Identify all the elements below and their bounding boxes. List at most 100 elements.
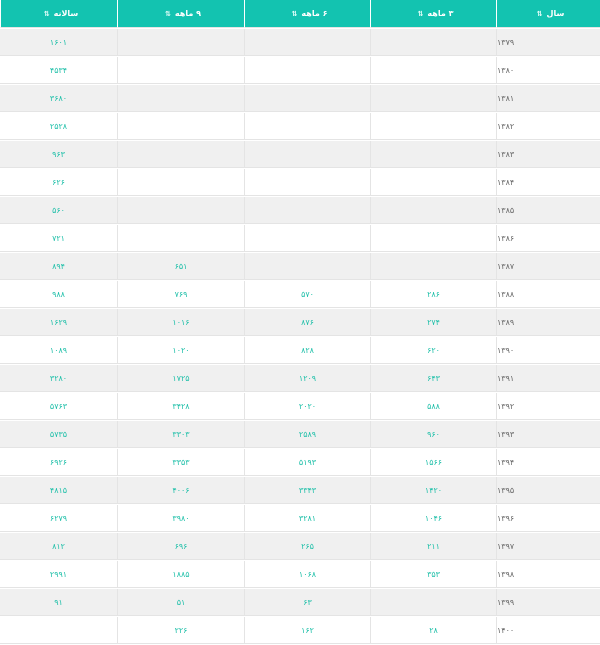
table-cell-annual: ۶۹۲۶ [0,449,117,476]
table-row: ۱۳۸۸ ۲۸۶ ۵۷۰ ۷۶۹ ۹۸۸ [0,281,600,309]
table-cell-year: ۱۳۸۹ [496,309,600,336]
table-cell-q3: ۱۵۶۶ [370,449,496,476]
table-cell-q3 [370,141,496,168]
table-cell-annual: ۳۲۸۰ [0,365,117,392]
table-cell-q9: ۱۰۱۶ [117,309,244,336]
table-cell-annual: ۲۵۲۸ [0,113,117,140]
table-cell-annual: ۱۶۲۹ [0,309,117,336]
table-row: ۱۳۸۶ ۷۲۱ [0,225,600,253]
table-cell-q6: ۲۶۵ [244,533,370,560]
table-cell-q3 [370,197,496,224]
table-cell-q6: ۲۵۸۹ [244,421,370,448]
table-body: ۱۳۷۹ ۱۶۰۱ ۱۳۸۰ ۴۵۳۴ ۱۳۸۱ ۳۶۸۰ ۱۳۸۲ ۲۵۲۸ ۱۳۸۳ ۹۶۳ ۱… [0,29,600,645]
table-cell-q6 [244,225,370,252]
sort-arrows-icon[interactable]: ⇅ [44,10,50,18]
table-cell-year: ۱۳۹۸ [496,561,600,588]
table-cell-q9 [117,113,244,140]
table-cell-q6: ۸۷۶ [244,309,370,336]
table-cell-q6: ۱۰۶۸ [244,561,370,588]
table-cell-annual: ۵۷۶۳ [0,393,117,420]
header-3-month-label: ۳ ماهه [427,9,454,18]
table-cell-year: ۱۳۹۴ [496,449,600,476]
table-row: ۱۳۸۹ ۲۷۴ ۸۷۶ ۱۰۱۶ ۱۶۲۹ [0,309,600,337]
table-cell-q6: ۱۲۰۹ [244,365,370,392]
table-cell-q3: ۱۰۴۶ [370,505,496,532]
table-cell-q3: ۵۸۸ [370,393,496,420]
table-cell-q3 [370,85,496,112]
table-row: ۱۳۹۰ ۶۲۰ ۸۲۸ ۱۰۲۰ ۱۰۸۹ [0,337,600,365]
table-cell-q6 [244,141,370,168]
table-cell-annual: ۶۲۷۹ [0,505,117,532]
table-cell-q9 [117,169,244,196]
table-cell-q6: ۶۳ [244,589,370,616]
table-cell-q9: ۵۱ [117,589,244,616]
table-cell-q9 [117,197,244,224]
table-row: ۱۳۸۰ ۴۵۳۴ [0,57,600,85]
table-row: ۱۳۹۶ ۱۰۴۶ ۳۲۸۱ ۳۹۸۰ ۶۲۷۹ [0,505,600,533]
table-cell-q3: ۲۸۶ [370,281,496,308]
table-cell-year: ۱۳۹۱ [496,365,600,392]
table-cell-annual: ۹۸۸ [0,281,117,308]
header-year[interactable]: سال ⇅ [496,0,600,28]
table-cell-year: ۱۳۹۳ [496,421,600,448]
header-6-month[interactable]: ۶ ماهه ⇅ [244,0,370,28]
table-row: ۱۳۹۳ ۹۶۰ ۲۵۸۹ ۳۳۰۳ ۵۷۳۵ [0,421,600,449]
table-row: ۱۳۸۳ ۹۶۳ [0,141,600,169]
table-cell-q6 [244,29,370,56]
table-cell-q9 [117,29,244,56]
table-cell-q9 [117,57,244,84]
table-cell-year: ۱۳۸۰ [496,57,600,84]
table-cell-q3: ۲۱۱ [370,533,496,560]
table-row: ۱۳۸۱ ۳۶۸۰ [0,85,600,113]
table-row: ۱۳۷۹ ۱۶۰۱ [0,29,600,57]
table-row: ۱۳۹۸ ۳۵۳ ۱۰۶۸ ۱۸۸۵ ۲۹۹۱ [0,561,600,589]
sort-arrows-icon[interactable]: ⇅ [165,10,171,18]
header-9-month[interactable]: ۹ ماهه ⇅ [117,0,244,28]
header-annual-label: سالانه [53,9,79,18]
table-cell-annual: ۸۹۴ [0,253,117,280]
table-cell-q3 [370,253,496,280]
table-cell-q9: ۱۸۸۵ [117,561,244,588]
header-9-month-label: ۹ ماهه [174,9,201,18]
table-cell-year: ۱۳۹۰ [496,337,600,364]
table-cell-q3 [370,57,496,84]
table-cell-annual: ۴۵۳۴ [0,57,117,84]
table-cell-annual: ۹۱ [0,589,117,616]
table-cell-annual: ۵۶۰ [0,197,117,224]
table-cell-q9 [117,225,244,252]
sort-arrows-icon[interactable]: ⇅ [537,10,543,18]
header-annual[interactable]: سالانه ⇅ [0,0,117,28]
table-row: ۱۳۸۲ ۲۵۲۸ [0,113,600,141]
table-cell-year: ۱۳۹۶ [496,505,600,532]
sort-arrows-icon[interactable]: ⇅ [418,10,424,18]
table-cell-q6 [244,113,370,140]
header-3-month[interactable]: ۳ ماهه ⇅ [370,0,496,28]
table-cell-q9: ۶۵۱ [117,253,244,280]
table-cell-q6 [244,197,370,224]
table-row: ۱۳۹۴ ۱۵۶۶ ۵۱۹۳ ۳۳۵۳ ۶۹۲۶ [0,449,600,477]
table-cell-q9 [117,141,244,168]
header-year-label: سال [546,9,565,18]
table-cell-q3 [370,29,496,56]
table-cell-q9: ۱۰۲۰ [117,337,244,364]
table-cell-year: ۱۳۸۷ [496,253,600,280]
header-6-month-label: ۶ ماهه [301,9,328,18]
table-cell-q6 [244,253,370,280]
table-cell-q9 [117,85,244,112]
table-cell-year: ۱۳۸۳ [496,141,600,168]
table-cell-q3: ۲۷۴ [370,309,496,336]
table-row: ۱۳۸۴ ۶۲۶ [0,169,600,197]
table-cell-q6: ۳۲۸۱ [244,505,370,532]
table-cell-q9: ۶۹۶ [117,533,244,560]
table-cell-annual: ۹۶۳ [0,141,117,168]
table-cell-q3 [370,169,496,196]
sort-arrows-icon[interactable]: ⇅ [292,10,298,18]
table-cell-year: ۱۳۸۱ [496,85,600,112]
table-cell-q6 [244,169,370,196]
table-cell-q9: ۳۳۰۳ [117,421,244,448]
table-cell-year: ۱۳۹۹ [496,589,600,616]
table-cell-q3: ۶۲۰ [370,337,496,364]
table-row: ۱۴۰۰ ۲۸ ۱۶۲ ۲۲۶ [0,617,600,645]
table-header: سال ⇅ ۳ ماهه ⇅ ۶ ماهه ⇅ ۹ ماهه ⇅ سالانه ⇅ [0,0,600,29]
table-row: ۱۳۹۵ ۱۴۲۰ ۳۳۴۳ ۴۰۰۶ ۴۸۱۵ [0,477,600,505]
